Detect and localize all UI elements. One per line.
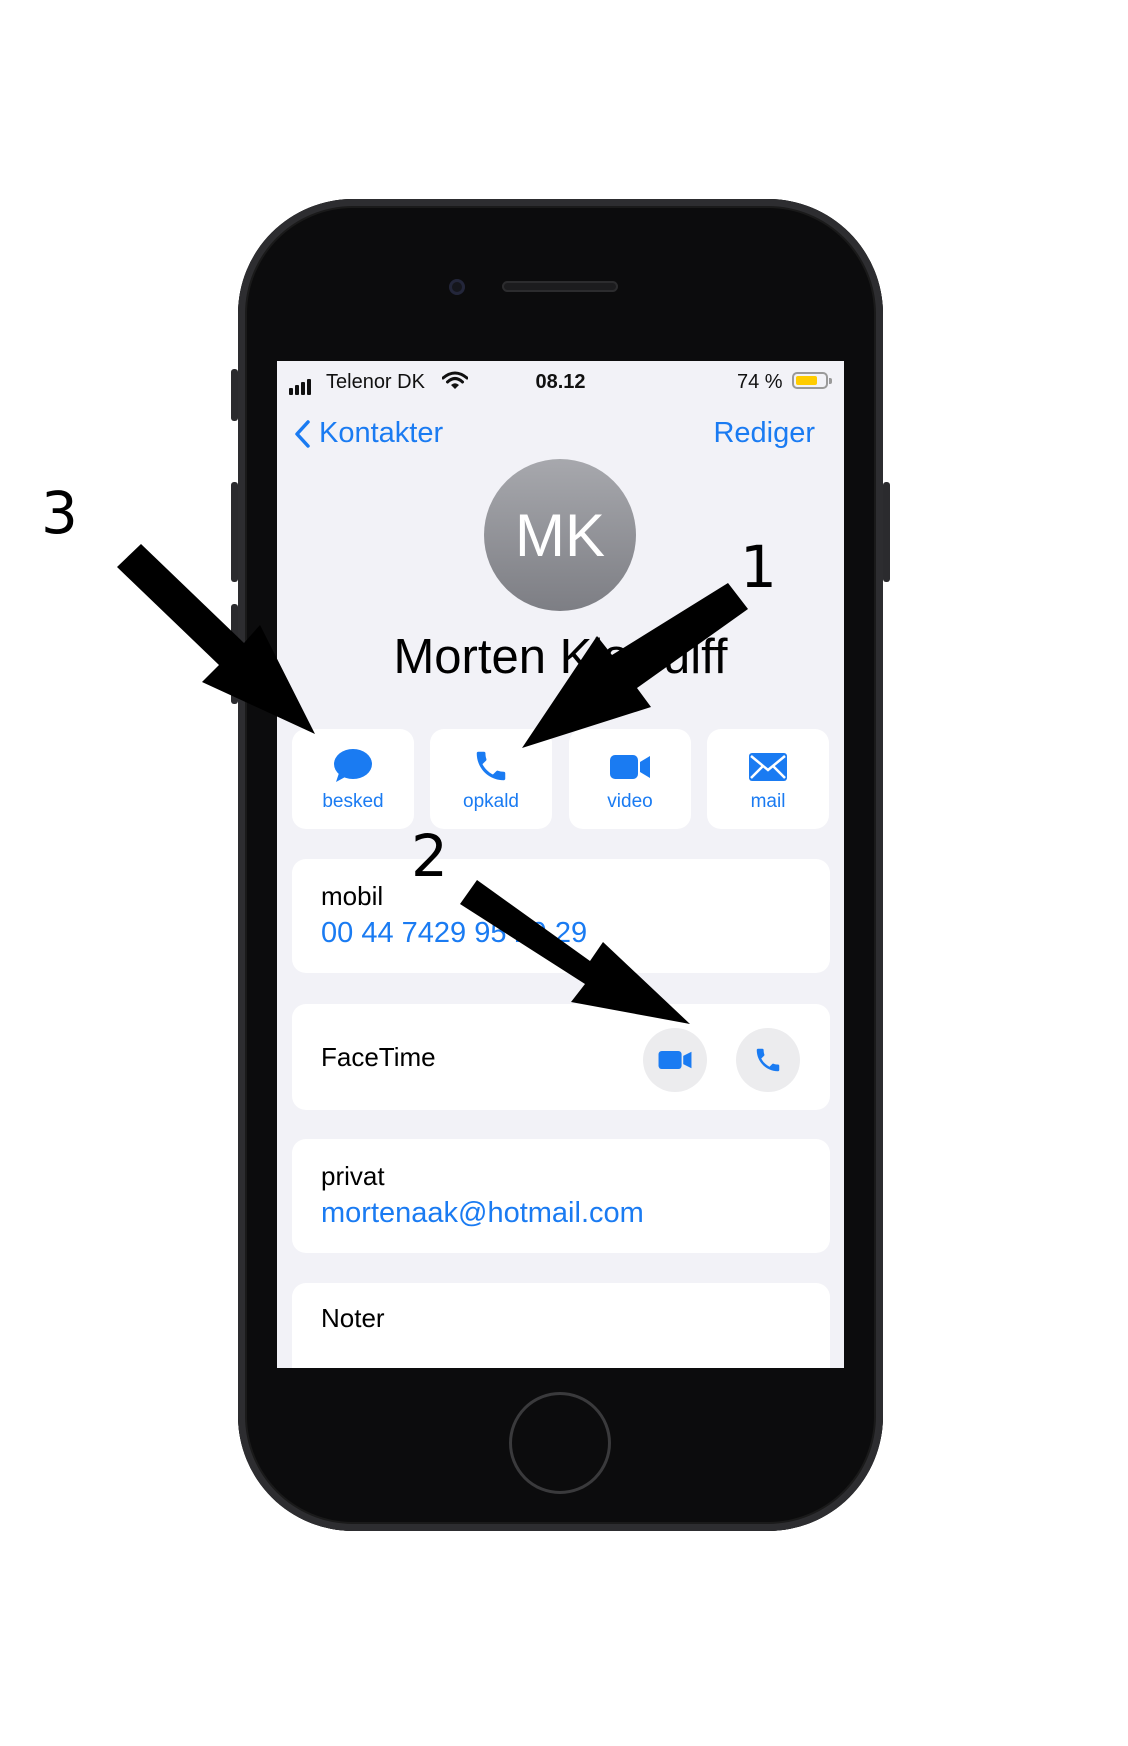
annotation-number-1: 1 bbox=[740, 533, 777, 601]
arrow-1-annotation bbox=[117, 544, 748, 1024]
annotation-number-3: 3 bbox=[41, 479, 78, 547]
annotation-number-2: 2 bbox=[411, 822, 448, 890]
